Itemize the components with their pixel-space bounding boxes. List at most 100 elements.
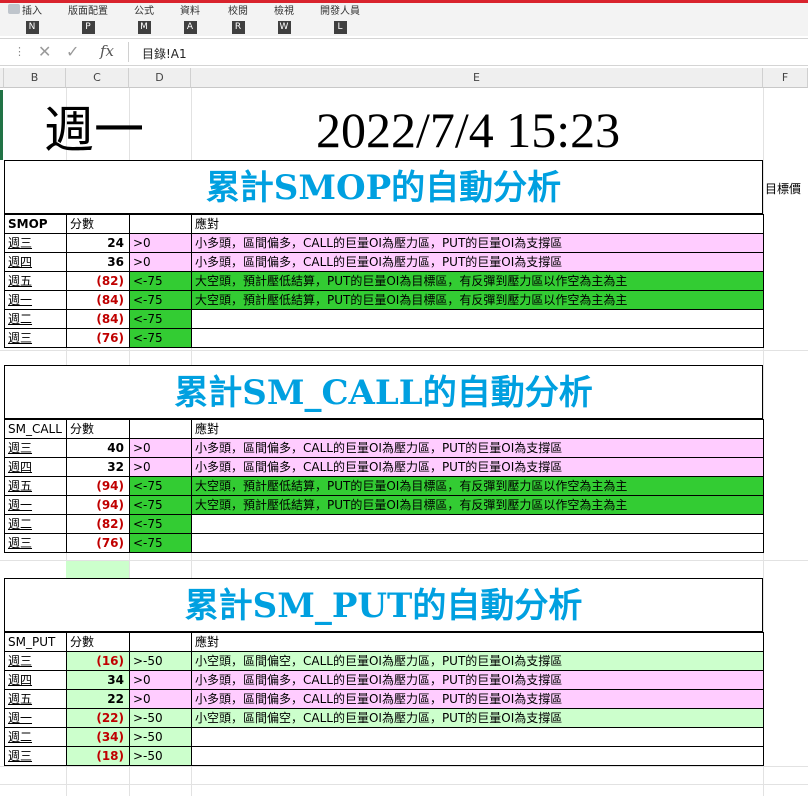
header-cell-e[interactable]: 應對	[191, 214, 764, 234]
row-score-cell[interactable]: (94)	[66, 495, 130, 515]
row-score-cell[interactable]: (76)	[66, 328, 130, 348]
row-day-cell[interactable]: 週三	[4, 233, 67, 253]
row-condition-cell[interactable]: <-75	[129, 476, 192, 496]
row-note-cell[interactable]	[191, 309, 764, 329]
row-day-cell[interactable]: 週三	[4, 438, 67, 458]
row-score-cell[interactable]: (34)	[66, 727, 130, 747]
header-cell-e[interactable]: 應對	[191, 632, 764, 652]
row-day-cell[interactable]: 週三	[4, 533, 67, 553]
row-note-cell[interactable]: 大空頭，預計壓低結算，PUT的巨量OI為目標區，有反彈到壓力區以作空為主為主	[191, 495, 764, 515]
row-note-cell[interactable]	[191, 746, 764, 766]
row-score-cell[interactable]: 24	[66, 233, 130, 253]
row-day-cell[interactable]: 週三	[4, 651, 67, 671]
row-note-cell[interactable]: 大空頭，預計壓低結算，PUT的巨量OI為目標區，有反彈到壓力區以作空為主為主	[191, 476, 764, 496]
row-condition-cell[interactable]: >-50	[129, 651, 192, 671]
row-note-cell[interactable]	[191, 727, 764, 747]
row-score-cell[interactable]: (22)	[66, 708, 130, 728]
row-day-cell[interactable]: 週五	[4, 476, 67, 496]
row-score-cell[interactable]: (84)	[66, 309, 130, 329]
row-score-cell[interactable]: (82)	[66, 271, 130, 291]
row-day-cell[interactable]: 週二	[4, 727, 67, 747]
row-score-cell[interactable]: (84)	[66, 290, 130, 310]
ribbon-tab-p[interactable]: 版面配置 P	[68, 6, 108, 36]
row-note-cell[interactable]: 大空頭，預計壓低結算，PUT的巨量OI為目標區，有反彈到壓力區以作空為主為主	[191, 290, 764, 310]
header-cell-b[interactable]: SM_CALL	[4, 419, 67, 439]
row-condition-cell[interactable]: >-50	[129, 727, 192, 747]
row-note-cell[interactable]: 小多頭，區間偏多，CALL的巨量OI為壓力區，PUT的巨量OI為支撐區	[191, 670, 764, 690]
ribbon-tab-a[interactable]: 資料 A	[180, 6, 200, 36]
row-condition-cell[interactable]: >0	[129, 670, 192, 690]
row-note-cell[interactable]: 小多頭，區間偏多，CALL的巨量OI為壓力區，PUT的巨量OI為支撐區	[191, 438, 764, 458]
ribbon-tab-r[interactable]: 校閱 R	[228, 6, 248, 36]
row-score-cell[interactable]: 40	[66, 438, 130, 458]
row-day-cell[interactable]: 週四	[4, 670, 67, 690]
row-condition-cell[interactable]: >0	[129, 233, 192, 253]
ribbon-tab-n[interactable]: 插入 N	[22, 6, 42, 36]
column-header-c[interactable]: C	[66, 68, 129, 88]
header-cell-e[interactable]: 應對	[191, 419, 764, 439]
row-note-cell[interactable]: 小多頭，區間偏多，CALL的巨量OI為壓力區，PUT的巨量OI為支撐區	[191, 233, 764, 253]
row-score-cell[interactable]: (94)	[66, 476, 130, 496]
row-condition-cell[interactable]: >0	[129, 438, 192, 458]
header-cell-c[interactable]: 分數	[66, 214, 130, 234]
header-cell-d[interactable]	[129, 214, 192, 234]
insert-function-button[interactable]: fx	[100, 42, 114, 60]
row-day-cell[interactable]: 週五	[4, 271, 67, 291]
row-score-cell[interactable]: 22	[66, 689, 130, 709]
row-score-cell[interactable]: 32	[66, 457, 130, 477]
check-icon[interactable]: ✓	[66, 42, 79, 61]
row-note-cell[interactable]: 小空頭，區間偏空，CALL的巨量OI為壓力區，PUT的巨量OI為支撐區	[191, 651, 764, 671]
column-header-f[interactable]: F	[763, 68, 808, 88]
row-day-cell[interactable]: 週一	[4, 495, 67, 515]
row-note-cell[interactable]: 小空頭，區間偏空，CALL的巨量OI為壓力區，PUT的巨量OI為支撐區	[191, 708, 764, 728]
row-condition-cell[interactable]: <-75	[129, 514, 192, 534]
header-cell-d[interactable]	[129, 632, 192, 652]
row-condition-cell[interactable]: <-75	[129, 533, 192, 553]
header-cell-b[interactable]: SMOP	[4, 214, 67, 234]
row-score-cell[interactable]: (16)	[66, 651, 130, 671]
row-score-cell[interactable]: 36	[66, 252, 130, 272]
name-box-separator-icon[interactable]: ⋮	[14, 45, 25, 58]
row-note-cell[interactable]: 小多頭，區間偏多，CALL的巨量OI為壓力區，PUT的巨量OI為支撐區	[191, 689, 764, 709]
formula-input[interactable]: 目錄!A1	[142, 45, 187, 62]
row-day-cell[interactable]: 週一	[4, 708, 67, 728]
ribbon-tab-l[interactable]: 開發人員 L	[320, 6, 360, 36]
row-day-cell[interactable]: 週二	[4, 309, 67, 329]
row-condition-cell[interactable]: <-75	[129, 495, 192, 515]
row-condition-cell[interactable]: >0	[129, 689, 192, 709]
column-header-d[interactable]: D	[129, 68, 191, 88]
row-day-cell[interactable]: 週三	[4, 746, 67, 766]
column-header-e[interactable]: E	[191, 68, 763, 88]
row-condition-cell[interactable]: >0	[129, 252, 192, 272]
x-icon[interactable]: ✕	[38, 42, 51, 61]
row-score-cell[interactable]: (18)	[66, 746, 130, 766]
row-note-cell[interactable]	[191, 328, 764, 348]
row-condition-cell[interactable]: >-50	[129, 708, 192, 728]
header-cell-c[interactable]: 分數	[66, 632, 130, 652]
row-day-cell[interactable]: 週一	[4, 290, 67, 310]
row-day-cell[interactable]: 週四	[4, 457, 67, 477]
column-header-b[interactable]: B	[4, 68, 66, 88]
row-condition-cell[interactable]: >0	[129, 457, 192, 477]
row-day-cell[interactable]: 週二	[4, 514, 67, 534]
row-day-cell[interactable]: 週三	[4, 328, 67, 348]
row-note-cell[interactable]: 大空頭，預計壓低結算，PUT的巨量OI為目標區，有反彈到壓力區以作空為主為主	[191, 271, 764, 291]
row-note-cell[interactable]	[191, 514, 764, 534]
row-condition-cell[interactable]: <-75	[129, 290, 192, 310]
row-note-cell[interactable]: 小多頭，區間偏多，CALL的巨量OI為壓力區，PUT的巨量OI為支撐區	[191, 457, 764, 477]
row-note-cell[interactable]: 小多頭，區間偏多，CALL的巨量OI為壓力區，PUT的巨量OI為支撐區	[191, 252, 764, 272]
row-score-cell[interactable]: 34	[66, 670, 130, 690]
ribbon-tab-m[interactable]: 公式 M	[134, 6, 154, 36]
row-condition-cell[interactable]: <-75	[129, 271, 192, 291]
row-note-cell[interactable]	[191, 533, 764, 553]
header-cell-b[interactable]: SM_PUT	[4, 632, 67, 652]
ribbon-tab-w[interactable]: 檢視 W	[274, 6, 294, 36]
row-score-cell[interactable]: (82)	[66, 514, 130, 534]
header-cell-d[interactable]	[129, 419, 192, 439]
row-condition-cell[interactable]: <-75	[129, 328, 192, 348]
row-score-cell[interactable]: (76)	[66, 533, 130, 553]
header-cell-c[interactable]: 分數	[66, 419, 130, 439]
row-day-cell[interactable]: 週四	[4, 252, 67, 272]
row-condition-cell[interactable]: >-50	[129, 746, 192, 766]
quick-access-icon[interactable]	[8, 4, 20, 14]
